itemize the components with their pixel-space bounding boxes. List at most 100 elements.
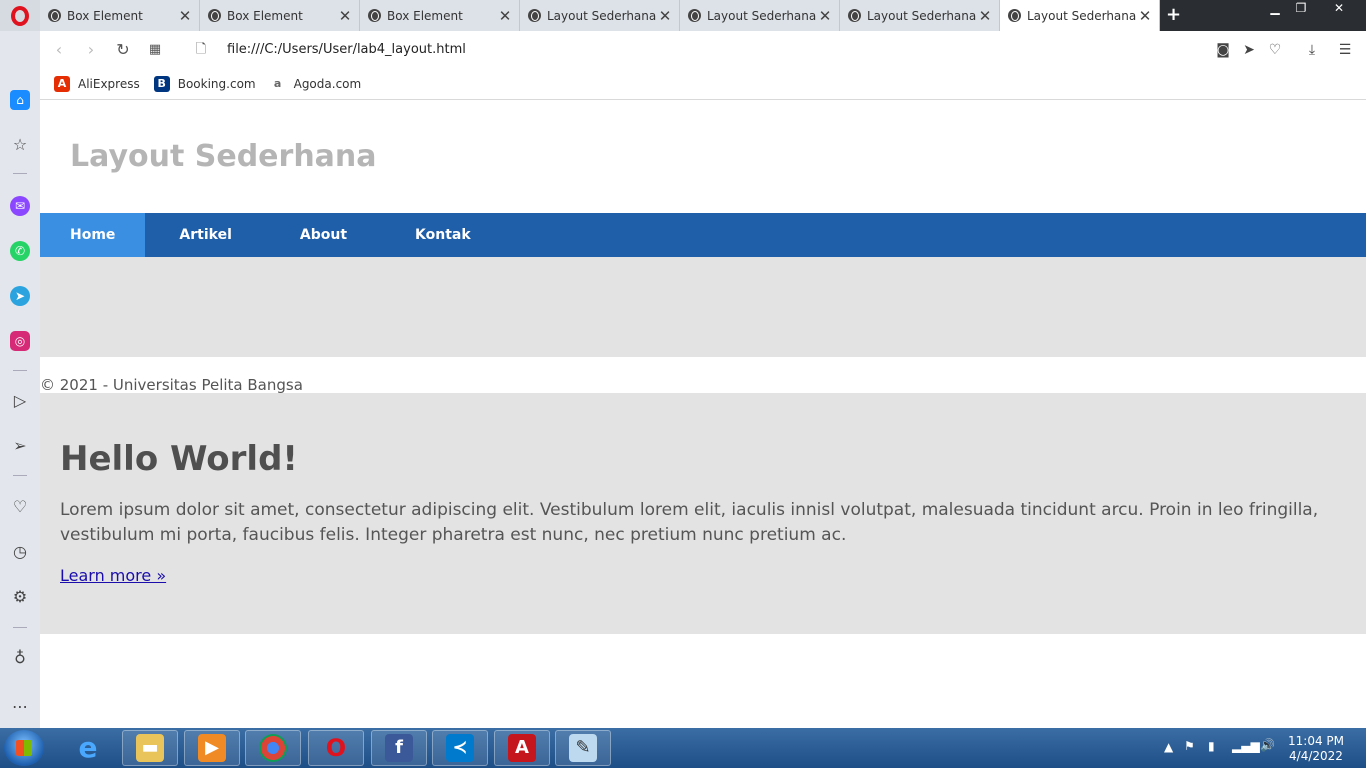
taskbar-media-player[interactable]: ▶ [184, 730, 240, 766]
more-icon[interactable]: ⋯ [10, 697, 30, 717]
nav-home[interactable]: Home [40, 213, 146, 257]
tab-title: Layout Sederhana [867, 8, 977, 23]
taskbar-acrobat[interactable]: A [494, 730, 550, 766]
home-icon[interactable]: ⌂ [10, 90, 30, 110]
clock-date: 4/4/2022 [1289, 749, 1343, 763]
sidebar-divider [13, 627, 27, 628]
network-icon[interactable]: ▂▄▆ [1232, 739, 1260, 753]
tab-box-element-1[interactable]: Box Element ✕ [40, 0, 200, 31]
url-input[interactable]: file:///C:/Users/User/lab4_layout.html [227, 42, 466, 57]
taskbar-vscode[interactable]: ≺ [432, 730, 488, 766]
whatsapp-icon[interactable]: ✆ [10, 241, 30, 261]
notepad-icon: ✎ [569, 734, 597, 762]
tab-layout-sederhana-3[interactable]: Layout Sederhana ✕ [840, 0, 1000, 31]
tab-close-icon[interactable]: ✕ [977, 7, 993, 25]
taskbar-clock[interactable]: 11:04 PM 4/4/2022 [1284, 734, 1348, 764]
nav-kontak[interactable]: Kontak [381, 213, 505, 257]
bookmark-booking[interactable]: B Booking.com [153, 76, 256, 92]
minimize-button[interactable]: ▁ [1262, 0, 1288, 18]
restore-button[interactable]: ❐ [1288, 0, 1314, 18]
bookmark-agoda[interactable]: a Agoda.com [269, 76, 362, 92]
battery-icon[interactable]: ▮ [1208, 739, 1215, 753]
globe-icon [848, 9, 861, 22]
tab-close-icon[interactable]: ✕ [817, 7, 833, 25]
sidebar-divider [13, 173, 27, 174]
opera-sidebar: ⌂ ☆ ✉ ✆ ➤ ◎ ▷ ➢ ♡ ◷ ⚙ ♁ ⋯ [0, 31, 40, 728]
globe-icon [1008, 9, 1021, 22]
forward-icon[interactable]: › [82, 41, 100, 59]
easy-setup-icon[interactable]: ☰ [1336, 41, 1354, 59]
close-window-button[interactable]: ✕ [1326, 0, 1352, 18]
opera-logo-icon [11, 5, 29, 26]
content-heading: Hello World! [60, 439, 298, 479]
instagram-icon[interactable]: ◎ [10, 331, 30, 351]
heart-icon[interactable]: ♡ [1266, 41, 1284, 59]
taskbar-facebook[interactable]: f [371, 730, 427, 766]
main-navigation: Home Artikel About Kontak [40, 213, 1366, 257]
settings-icon[interactable]: ⚙ [10, 587, 30, 607]
download-icon[interactable]: ⤓ [1303, 41, 1321, 59]
address-bar: ‹ › ↻ ▦ 🗋 file:///C:/Users/User/lab4_lay… [40, 31, 1366, 69]
globe-icon [528, 9, 541, 22]
action-center-icon[interactable]: ⚑ [1184, 739, 1195, 753]
bookmarks-bar: A AliExpress B Booking.com a Agoda.com [40, 69, 1366, 100]
tab-layout-sederhana-2[interactable]: Layout Sederhana ✕ [680, 0, 840, 31]
chrome-icon [259, 734, 287, 762]
tab-bar: Box Element ✕ Box Element ✕ Box Element ✕ L… [0, 0, 1366, 31]
volume-icon[interactable]: 🔊 [1260, 738, 1275, 752]
history-icon[interactable]: ◷ [10, 542, 30, 562]
windows-taskbar: e ▬ ▶ O f ≺ A ✎ ▲ ⚑ ▮ ▂▄▆ 🔊 11:04 PM 4/4… [0, 728, 1366, 768]
hero-area [40, 257, 1366, 357]
flow-icon[interactable]: ➢ [10, 436, 30, 456]
camera-icon[interactable]: ◙ [1214, 41, 1232, 59]
tab-layout-sederhana-active[interactable]: Layout Sederhana ✕ [1000, 0, 1160, 31]
lightbulb-icon[interactable]: ♁ [10, 648, 30, 668]
tab-close-icon[interactable]: ✕ [657, 7, 673, 25]
bookmark-aliexpress[interactable]: A AliExpress [54, 76, 140, 92]
messenger-icon[interactable]: ✉ [10, 196, 30, 216]
tab-layout-sederhana-1[interactable]: Layout Sederhana ✕ [520, 0, 680, 31]
tray-expand-icon[interactable]: ▲ [1164, 740, 1173, 754]
page-icon: 🗋 [195, 42, 207, 57]
player-icon[interactable]: ▷ [10, 391, 30, 411]
globe-icon [368, 9, 381, 22]
tab-close-icon[interactable]: ✕ [1137, 7, 1153, 25]
site-title: Layout Sederhana [70, 139, 377, 174]
nav-artikel[interactable]: Artikel [145, 213, 265, 257]
tab-box-element-2[interactable]: Box Element ✕ [200, 0, 360, 31]
taskbar-explorer[interactable]: ▬ [122, 730, 178, 766]
sidebar-divider [13, 370, 27, 371]
send-icon[interactable]: ➤ [1240, 41, 1258, 59]
opera-menu-button[interactable] [0, 0, 40, 31]
back-icon[interactable]: ‹ [50, 41, 68, 59]
opera-icon: O [325, 734, 347, 762]
tab-strip: Box Element ✕ Box Element ✕ Box Element ✕ L… [40, 0, 1160, 31]
taskbar-chrome[interactable] [245, 730, 301, 766]
learn-more-link[interactable]: Learn more » [60, 566, 166, 585]
internet-explorer-icon[interactable]: e [72, 732, 104, 764]
taskbar-opera[interactable]: O [308, 730, 364, 766]
bookmark-label: Booking.com [177, 77, 256, 91]
nav-about[interactable]: About [266, 213, 381, 257]
globe-icon [208, 9, 221, 22]
tab-close-icon[interactable]: ✕ [337, 7, 353, 25]
taskbar-notepad[interactable]: ✎ [555, 730, 611, 766]
star-icon[interactable]: ☆ [10, 135, 30, 155]
telegram-icon[interactable]: ➤ [10, 286, 30, 306]
tab-box-element-3[interactable]: Box Element ✕ [360, 0, 520, 31]
tab-title: Layout Sederhana [707, 8, 817, 23]
content-paragraph: Lorem ipsum dolor sit amet, consectetur … [60, 500, 1319, 545]
tab-close-icon[interactable]: ✕ [177, 7, 193, 25]
clock-time: 11:04 PM [1288, 734, 1344, 748]
new-tab-button[interactable]: + [1166, 4, 1181, 25]
tab-close-icon[interactable]: ✕ [497, 7, 513, 25]
bookmark-label: Agoda.com [293, 77, 362, 91]
agoda-icon: a [269, 76, 286, 92]
web-page: Layout Sederhana Home Artikel About Kont… [40, 101, 1366, 728]
globe-icon [48, 9, 61, 22]
tab-title: Layout Sederhana [547, 8, 657, 23]
start-button[interactable] [4, 730, 44, 766]
heart-icon[interactable]: ♡ [10, 497, 30, 517]
reload-icon[interactable]: ↻ [114, 41, 132, 59]
tabs-grid-icon[interactable]: ▦ [146, 41, 164, 59]
